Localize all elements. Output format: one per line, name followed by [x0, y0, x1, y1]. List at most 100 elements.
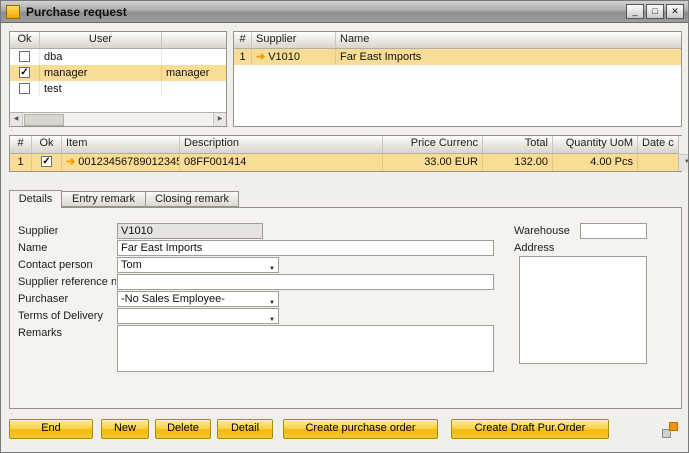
suppliers-header-supplier: Supplier — [252, 32, 336, 48]
tab-closing-remark[interactable]: Closing remark — [145, 191, 239, 207]
tab-entry-remark[interactable]: Entry remark — [61, 191, 146, 207]
app-icon — [6, 5, 20, 19]
supplier-label: Supplier — [18, 225, 58, 237]
item-row[interactable]: 1 ✓ ➔001234567890123456 08FF001414 33.00… — [10, 154, 678, 171]
items-header-description: Description — [180, 136, 383, 153]
supplier-reference-input[interactable] — [117, 274, 494, 290]
end-button[interactable]: End — [9, 419, 93, 439]
item-description-cell: 08FF001414 — [180, 154, 383, 171]
window-title: Purchase request — [26, 5, 127, 19]
user-extra-cell — [162, 81, 226, 97]
warehouse-label: Warehouse — [514, 225, 570, 237]
address-label: Address — [514, 242, 554, 254]
user-name-cell: test — [40, 81, 162, 97]
titlebar[interactable]: Purchase request _ □ ✕ — [1, 1, 688, 23]
supplier-row[interactable]: 1 ➔V1010 Far East Imports — [234, 49, 681, 65]
user-ok-cell — [10, 49, 40, 65]
grip-orange-square — [669, 422, 678, 431]
name-field[interactable]: Far East Imports — [117, 240, 494, 256]
items-header-item: Item — [62, 136, 180, 153]
detail-button[interactable]: Detail — [217, 419, 273, 439]
scroll-down-icon[interactable]: ▼ — [679, 154, 689, 171]
terms-of-delivery-label: Terms of Delivery — [18, 310, 103, 322]
supplier-reference-label: Supplier reference nu — [18, 276, 116, 288]
chevron-down-icon[interactable]: ▼ — [269, 296, 275, 307]
terms-of-delivery-select[interactable]: ▼ — [117, 308, 279, 324]
supplier-field: V1010 — [117, 223, 263, 239]
items-header-num: # — [10, 136, 32, 153]
user-ok-cell — [10, 81, 40, 97]
remarks-textarea[interactable] — [117, 325, 494, 372]
suppliers-header-name: Name — [336, 32, 681, 48]
create-draft-purchase-order-button[interactable]: Create Draft Pur.Order — [451, 419, 609, 439]
scroll-right-icon[interactable]: ▶ — [213, 113, 226, 126]
suppliers-header-num: # — [234, 32, 252, 48]
item-code-cell: ➔001234567890123456 — [62, 154, 180, 171]
users-header-extra — [162, 32, 226, 48]
items-header-date: Date c — [638, 136, 678, 153]
create-purchase-order-button[interactable]: Create purchase order — [283, 419, 438, 439]
items-vertical-scrollbar[interactable]: ▼ — [678, 136, 689, 171]
delete-button[interactable]: Delete — [155, 419, 211, 439]
item-price-currency-cell: 33.00 EUR — [383, 154, 483, 171]
warehouse-input[interactable] — [580, 223, 647, 239]
purchaser-select[interactable]: -No Sales Employee- ▼ — [117, 291, 279, 307]
contact-person-label: Contact person — [18, 259, 93, 271]
ok-checkbox[interactable]: ✓ — [19, 67, 30, 78]
item-num-cell: 1 — [10, 154, 32, 171]
user-row-dba[interactable]: dba — [10, 49, 226, 65]
ok-checkbox[interactable] — [19, 51, 30, 62]
name-label: Name — [18, 242, 47, 254]
minimize-button[interactable]: _ — [626, 4, 644, 19]
users-header-row: Ok User — [10, 32, 226, 49]
users-horizontal-scrollbar[interactable]: ◀ ▶ — [10, 112, 226, 126]
window-controls: _ □ ✕ — [626, 4, 684, 19]
scrollbar-track[interactable] — [23, 113, 213, 126]
user-row-manager[interactable]: ✓ manager manager — [10, 65, 226, 81]
suppliers-table: # Supplier Name 1 ➔V1010 Far East Import… — [233, 31, 682, 127]
contact-person-select[interactable]: Tom ▼ — [117, 257, 279, 273]
items-header-total: Total — [483, 136, 553, 153]
address-textarea[interactable] — [519, 256, 647, 364]
supplier-name-cell: Far East Imports — [336, 49, 681, 65]
scrollbar-thumb[interactable] — [24, 114, 64, 126]
supplier-code-cell: ➔V1010 — [252, 49, 336, 65]
item-quantity-uom-cell: 4.00 Pcs — [553, 154, 638, 171]
details-panel: Supplier V1010 Name Far East Imports Con… — [9, 207, 682, 409]
chevron-down-icon[interactable]: ▼ — [269, 262, 275, 273]
items-header-ok: Ok — [32, 136, 62, 153]
item-ok-checkbox[interactable]: ✓ — [41, 156, 52, 167]
user-name-cell: dba — [40, 49, 162, 65]
purchaser-value: -No Sales Employee- — [121, 293, 225, 305]
users-header-user: User — [40, 32, 162, 48]
contact-person-value: Tom — [121, 259, 142, 271]
resize-grip-icon[interactable] — [662, 422, 678, 438]
remarks-label: Remarks — [18, 327, 62, 339]
purchase-request-window: Purchase request _ □ ✕ Ok User dba ✓ man… — [0, 0, 689, 453]
item-ok-cell: ✓ — [32, 154, 62, 171]
items-table: # Ok Item Description Price Currenc Tota… — [9, 135, 682, 172]
link-arrow-icon[interactable]: ➔ — [66, 156, 75, 168]
ok-checkbox[interactable] — [19, 83, 30, 94]
supplier-num-cell: 1 — [234, 49, 252, 65]
users-header-ok: Ok — [10, 32, 40, 48]
user-extra-cell: manager — [162, 65, 226, 81]
user-extra-cell — [162, 49, 226, 65]
scroll-left-icon[interactable]: ◀ — [10, 113, 23, 126]
item-date-cell — [638, 154, 678, 171]
purchaser-label: Purchaser — [18, 293, 68, 305]
close-button[interactable]: ✕ — [666, 4, 684, 19]
user-row-test[interactable]: test — [10, 81, 226, 97]
item-code: 001234567890123456 — [78, 156, 180, 168]
users-table: Ok User dba ✓ manager manager test ◀ ▶ — [9, 31, 227, 127]
new-button[interactable]: New — [101, 419, 149, 439]
tab-details[interactable]: Details — [9, 190, 62, 208]
maximize-button[interactable]: □ — [646, 4, 664, 19]
link-arrow-icon[interactable]: ➔ — [256, 51, 265, 63]
items-header-row: # Ok Item Description Price Currenc Tota… — [10, 136, 678, 154]
chevron-down-icon[interactable]: ▼ — [269, 313, 275, 324]
user-name-cell: manager — [40, 65, 162, 81]
supplier-code: V1010 — [268, 51, 300, 63]
user-ok-cell: ✓ — [10, 65, 40, 81]
items-header-quantity-uom: Quantity UoM — [553, 136, 638, 153]
